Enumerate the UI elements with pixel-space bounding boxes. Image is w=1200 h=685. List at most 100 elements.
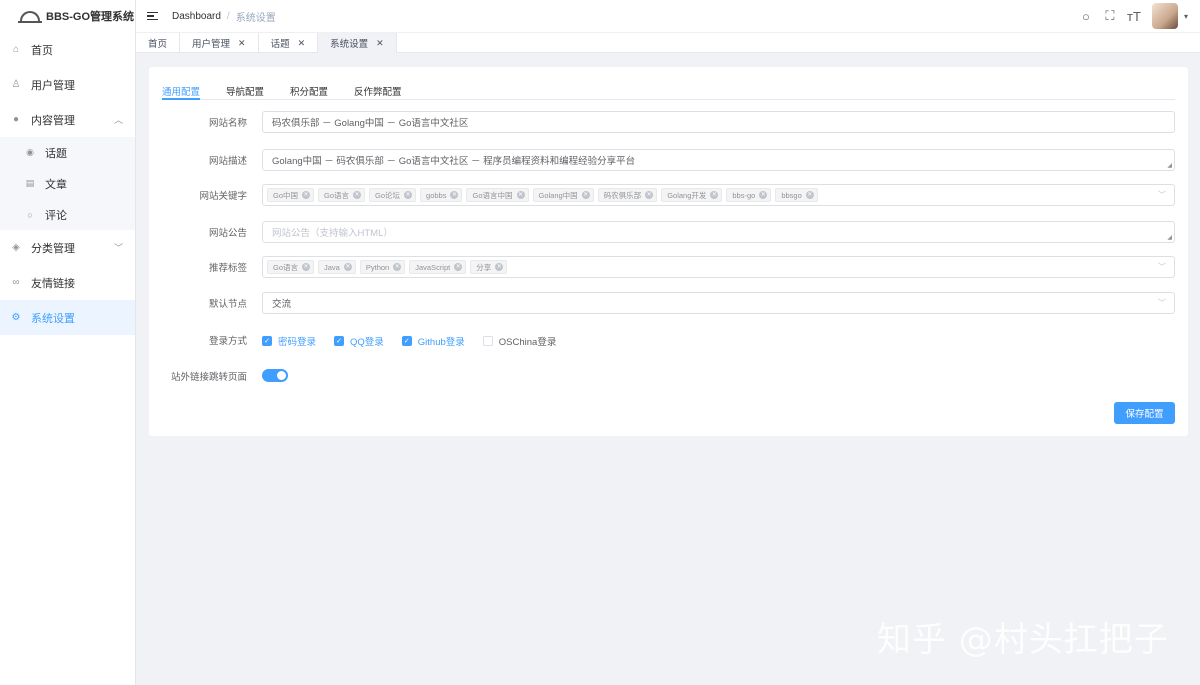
recommend-select[interactable]: Go语言 ✕ Java ✕ Python ✕ JavaScript ✕ 分享 ✕ ﹀ [262, 256, 1175, 278]
close-icon[interactable]: ✕ [805, 191, 814, 199]
close-icon[interactable]: ✕ [495, 263, 504, 271]
keywords-select[interactable]: Go中国 ✕ Go语言 ✕ Go论坛 ✕ gobbs ✕ Go语言中国 ✕ Golang中… [262, 184, 1175, 206]
logo-icon [18, 11, 42, 23]
external-link-switch[interactable] [262, 369, 288, 382]
keyword-chip: Golang中国 ✕ [532, 188, 594, 202]
site-desc-row: 网站描述 Golang中国 － 码农俱乐部 － Go语言中文社区 － 程序员编程… [149, 149, 1175, 171]
close-icon[interactable]: ✕ [581, 191, 590, 199]
resize-handle-icon[interactable]: ◢ [1167, 162, 1172, 169]
keyword-chip: 码农俱乐部 ✕ [597, 188, 658, 202]
close-icon[interactable]: ✕ [759, 191, 768, 199]
breadcrumb-root[interactable]: Dashboard [172, 11, 221, 22]
close-icon[interactable]: ✕ [343, 263, 352, 271]
sidebar-item-articles[interactable]: ▤ 文章 [0, 168, 135, 199]
site-name-input[interactable]: 码农俱乐部 － Golang中国 － Go语言中文社区 [262, 111, 1175, 133]
keywords-label: 网站关键字 [199, 191, 247, 202]
sidebar-item-comments[interactable]: ○ 评论 [0, 199, 135, 230]
login-methods-row: 登录方式 ✓ 密码登录 ✓ QQ登录 ✓ Github登录 OSChina登录 [149, 332, 1175, 348]
site-name-row: 网站名称 码农俱乐部 － Golang中国 － Go语言中文社区 [149, 111, 1175, 133]
sidebar-item-settings[interactable]: ⚙ 系统设置 [0, 300, 135, 335]
default-node-select[interactable]: 交流 ﹀ [262, 292, 1175, 314]
keyword-chip: Golang开发 ✕ [661, 188, 723, 202]
tag-label: 首页 [148, 39, 168, 50]
caret-down-icon[interactable]: ▾ [1184, 12, 1188, 21]
tag-topics[interactable]: 话题 ✕ [259, 33, 319, 53]
login-methods-group: ✓ 密码登录 ✓ QQ登录 ✓ Github登录 OSChina登录 [262, 334, 574, 348]
close-icon[interactable]: ✕ [645, 191, 654, 199]
avatar[interactable] [1151, 3, 1178, 29]
notice-placeholder: 网站公告（支持输入HTML） [272, 228, 393, 239]
chip-label: 码农俱乐部 [603, 190, 642, 200]
tags-view: 首页 用户管理 ✕ 话题 ✕ 系统设置 ✕ [136, 32, 1200, 53]
chevron-down-icon: ﹀ [1158, 262, 1166, 272]
keyword-chip: gobbs ✕ [420, 188, 463, 202]
chip-label: Python [365, 262, 390, 272]
tag-chip: Java ✕ [318, 260, 356, 274]
hamburger-icon[interactable] [147, 10, 158, 23]
sidebar-item-content[interactable]: ● 内容管理 ︿ [0, 102, 135, 137]
tab-general[interactable]: 通用配置 [162, 84, 201, 100]
close-icon[interactable]: ✕ [376, 38, 384, 49]
tab-points[interactable]: 积分配置 [290, 84, 328, 100]
tab-navigation[interactable]: 导航配置 [226, 84, 264, 100]
sidebar-item-home[interactable]: ⌂ 首页 [0, 32, 135, 67]
close-icon[interactable]: ✕ [404, 191, 413, 199]
close-icon[interactable]: ✕ [302, 191, 311, 199]
tag-chip: Python ✕ [359, 260, 406, 274]
close-icon[interactable]: ✕ [710, 191, 719, 199]
login-github-checkbox[interactable]: ✓ Github登录 [401, 334, 465, 348]
sidebar-item-label: 话题 [45, 147, 67, 160]
login-password-checkbox[interactable]: ✓ 密码登录 [262, 334, 316, 348]
fullscreen-icon[interactable]: ⛶ [1098, 8, 1122, 24]
tag-label: 话题 [270, 39, 290, 50]
sidebar-item-label: 分类管理 [31, 242, 75, 255]
user-icon: ♙ [11, 79, 21, 90]
sidebar-item-links[interactable]: ∞ 友情链接 [0, 265, 135, 300]
site-name-label: 网站名称 [208, 118, 247, 129]
close-icon[interactable]: ✕ [454, 263, 463, 271]
keyword-chip: bbs-go ✕ [726, 188, 772, 202]
keyword-chip: Go语言中国 ✕ [466, 188, 529, 202]
sidebar-item-users[interactable]: ♙ 用户管理 [0, 67, 135, 102]
sidebar-item-label: 内容管理 [31, 114, 75, 127]
chip-label: Golang开发 [667, 190, 707, 200]
save-button[interactable]: 保存配置 [1114, 402, 1175, 424]
sidebar-item-label: 评论 [45, 209, 67, 222]
watermark: 知乎 @村头扛把子 [877, 620, 1169, 660]
checkbox-box [482, 336, 493, 346]
resize-handle-icon[interactable]: ◢ [1167, 234, 1172, 241]
close-icon[interactable]: ✕ [393, 263, 402, 271]
chip-label: Go语言 [273, 262, 299, 272]
search-icon[interactable]: ○ [1074, 9, 1098, 24]
checkbox-label: QQ登录 [350, 337, 384, 348]
chip-label: JavaScript [415, 262, 451, 272]
close-icon[interactable]: ✕ [302, 263, 311, 271]
sidebar-item-categories[interactable]: ◈ 分类管理 ﹀ [0, 230, 135, 265]
site-desc-textarea[interactable]: Golang中国 － 码农俱乐部 － Go语言中文社区 － 程序员编程资料和编程… [262, 149, 1175, 171]
close-icon[interactable]: ✕ [450, 191, 459, 199]
tag-home[interactable]: 首页 [136, 33, 181, 53]
header-actions: ○ ⛶ ᴛT ▾ [1074, 0, 1188, 32]
login-oschina-checkbox[interactable]: OSChina登录 [482, 334, 556, 348]
notice-textarea[interactable]: 网站公告（支持输入HTML） ◢ [262, 221, 1175, 243]
settings-card: 通用配置 导航配置 积分配置 反作弊配置 网站名称 码农俱乐部 － Golang… [149, 67, 1188, 436]
tag-settings[interactable]: 系统设置 ✕ [318, 33, 397, 53]
chip-label: 分享 [476, 262, 492, 272]
tab-anti-cheat[interactable]: 反作弊配置 [354, 84, 402, 100]
switch-knob [277, 371, 286, 380]
login-qq-checkbox[interactable]: ✓ QQ登录 [334, 334, 384, 348]
close-icon[interactable]: ✕ [238, 38, 246, 49]
home-icon: ⌂ [12, 44, 20, 55]
recommend-label: 推荐标签 [208, 263, 247, 274]
check-icon: ✓ [262, 336, 272, 346]
app-logo[interactable]: BBS-GO管理系统 [0, 0, 135, 32]
sidebar-item-topics[interactable]: ◉ 话题 [0, 137, 135, 168]
chip-label: gobbs [426, 190, 447, 200]
font-size-icon[interactable]: ᴛT [1122, 9, 1146, 24]
close-icon[interactable]: ✕ [516, 191, 525, 199]
default-node-label: 默认节点 [208, 299, 247, 310]
recommend-row: 推荐标签 Go语言 ✕ Java ✕ Python ✕ JavaScript ✕ 分享 ✕… [149, 256, 1175, 278]
close-icon[interactable]: ✕ [298, 38, 306, 49]
tag-users[interactable]: 用户管理 ✕ [180, 33, 259, 53]
close-icon[interactable]: ✕ [353, 191, 362, 199]
